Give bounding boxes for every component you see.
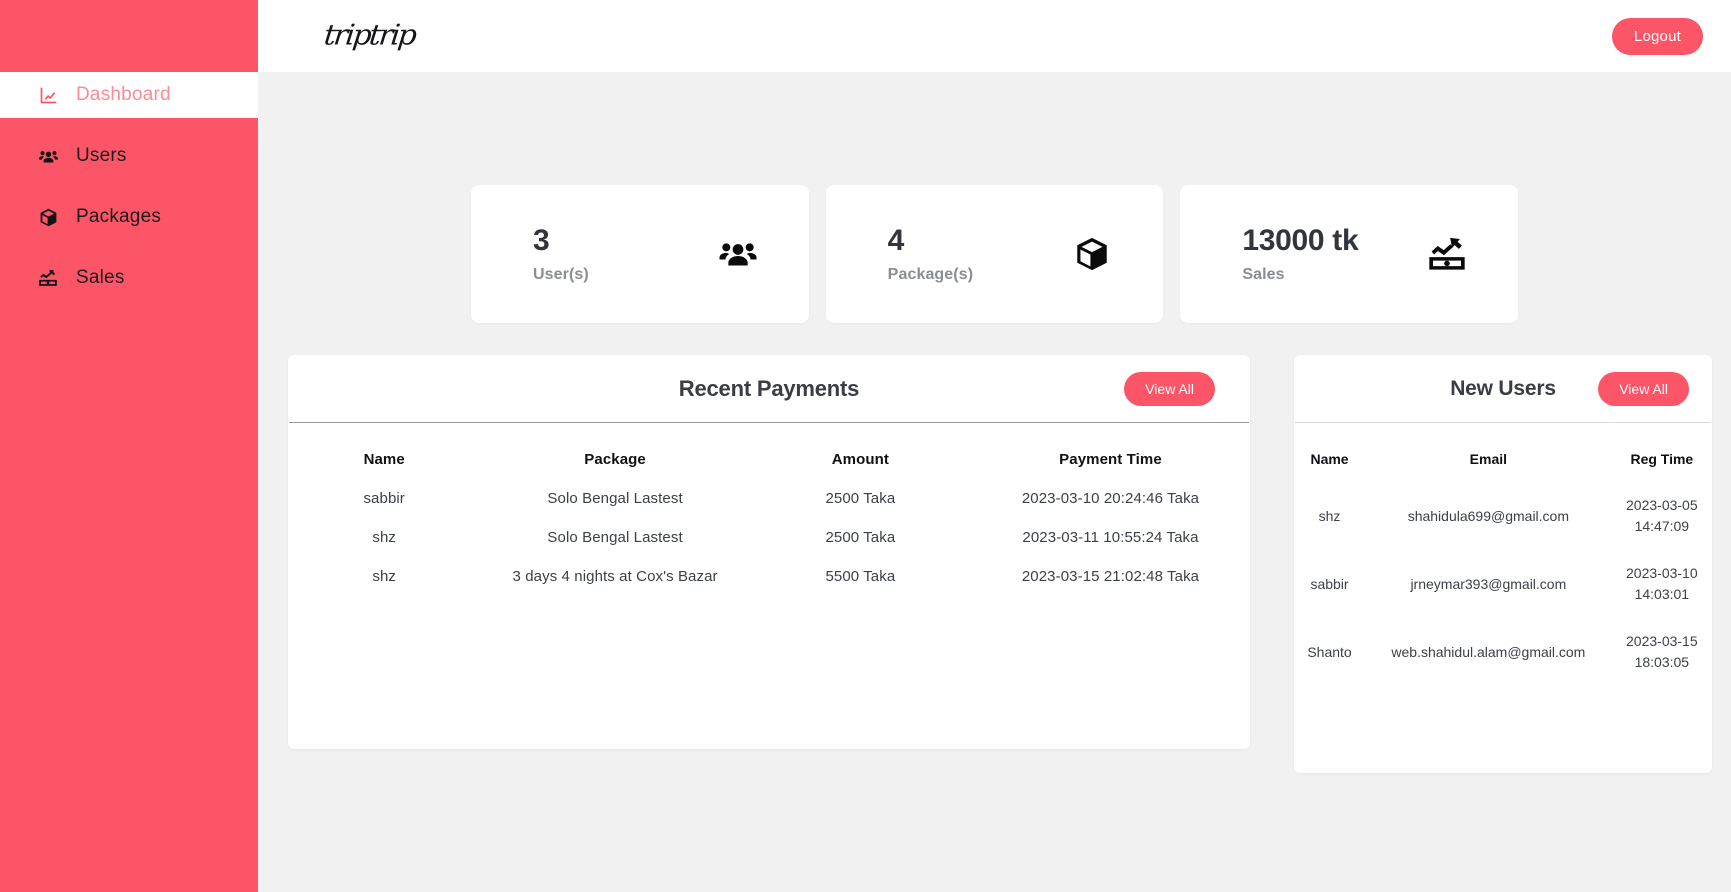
table-header-row: Name Email Reg Time — [1294, 423, 1712, 469]
reg-clock: 18:03:05 — [1634, 654, 1690, 671]
cell-package: Solo Bengal Lastest — [547, 529, 683, 546]
users-icon — [715, 233, 761, 275]
sidebar-item-label: Users — [76, 145, 127, 166]
box-icon — [1069, 233, 1115, 275]
stat-label: User(s) — [533, 266, 589, 283]
cell-amount: 2500 Taka — [825, 490, 896, 507]
users-icon — [36, 145, 60, 167]
sidebar-item-label: Sales — [76, 267, 125, 288]
reg-clock: 14:03:01 — [1634, 586, 1690, 603]
sidebar-item-dashboard[interactable]: Dashboard — [0, 72, 258, 118]
payments-table: Name Package Amount Payment Time sabbir … — [288, 423, 1250, 585]
view-all-payments-button[interactable]: View All — [1124, 371, 1215, 406]
sidebar-item-label: Packages — [76, 206, 162, 227]
column-header-amount: Amount — [831, 451, 889, 468]
topbar: triptrip Logout — [258, 0, 1731, 72]
column-header-email: Email — [1469, 451, 1508, 467]
cell-email: shahidula699@gmail.com — [1407, 507, 1570, 524]
money-chart-icon — [1424, 233, 1470, 275]
logout-button[interactable]: Logout — [1611, 17, 1703, 55]
stat-value: 13000 tk — [1242, 224, 1359, 257]
cell-time: 2023-03-11 10:55:24 Taka — [1022, 529, 1199, 546]
chart-line-icon — [36, 84, 60, 106]
reg-date: 2023-03-10 — [1626, 565, 1698, 582]
stat-card-users: 3 User(s) — [471, 185, 809, 323]
content-area: 3 User(s) 4 Package(s) 13000 tk Sales Re… — [258, 72, 1731, 892]
panels-row: Recent Payments View All Name Package Am… — [288, 323, 1712, 773]
stat-text: 4 Package(s) — [888, 224, 974, 284]
page-title: Recent Payments — [678, 375, 860, 401]
cell-time: 2023-03-15 21:02:48 Taka — [1021, 568, 1200, 585]
column-header-name: Name — [1310, 451, 1349, 467]
new-users-panel: New Users View All Name Email Reg Time s… — [1294, 355, 1712, 773]
column-header-name: Name — [363, 451, 405, 468]
sidebar-item-packages[interactable]: Packages — [0, 194, 258, 240]
recent-payments-panel: Recent Payments View All Name Package Am… — [288, 355, 1250, 749]
cell-name: shz — [372, 529, 397, 546]
cell-name: sabbir — [363, 490, 405, 507]
table-header-row: Name Package Amount Payment Time — [288, 423, 1250, 468]
cell-amount: 5500 Taka — [825, 568, 896, 585]
sidebar: Dashboard Users Packages Sales — [0, 0, 258, 892]
cell-name: shz — [1318, 507, 1341, 524]
cell-reg-time: 2023-03-10 14:03:01 — [1612, 537, 1712, 605]
table-row: shz 3 days 4 nights at Cox's Bazar 5500 … — [288, 546, 1250, 585]
column-header-reg-time: Reg Time — [1630, 451, 1694, 467]
column-header-payment-time: Payment Time — [1059, 451, 1162, 468]
cell-reg-time: 2023-03-15 18:03:05 — [1612, 605, 1712, 673]
sidebar-item-users[interactable]: Users — [0, 133, 258, 179]
table-body: sabbir Solo Bengal Lastest 2500 Taka 202… — [288, 468, 1250, 585]
sidebar-item-sales[interactable]: Sales — [0, 255, 258, 301]
table-row: shz Solo Bengal Lastest 2500 Taka 2023-0… — [288, 507, 1250, 546]
stat-text: 3 User(s) — [533, 224, 589, 284]
cell-package: 3 days 4 nights at Cox's Bazar — [512, 568, 718, 585]
table-body: shz shahidula699@gmail.com 2023-03-05 14… — [1294, 469, 1712, 673]
box-icon — [36, 206, 60, 228]
panel-header: Recent Payments View All — [289, 355, 1249, 423]
stat-label: Sales — [1242, 266, 1285, 283]
view-all-users-button[interactable]: View All — [1598, 371, 1689, 406]
reg-clock: 14:47:09 — [1634, 518, 1690, 535]
dashboard-page: Dashboard Users Packages Sales triptrip … — [0, 0, 1731, 892]
stat-value: 3 — [533, 224, 550, 257]
reg-date: 2023-03-05 — [1626, 497, 1698, 514]
table-head: Name Package Amount Payment Time — [288, 423, 1250, 468]
sidebar-item-label: Dashboard — [76, 84, 171, 105]
stat-label: Package(s) — [887, 266, 974, 283]
cell-name: sabbir — [1310, 575, 1349, 592]
column-header-package: Package — [584, 451, 646, 468]
stat-value: 4 — [887, 224, 905, 257]
cell-name: shz — [372, 568, 397, 585]
cell-package: Solo Bengal Lastest — [547, 490, 683, 507]
stats-row: 3 User(s) 4 Package(s) 13000 tk Sales — [288, 72, 1701, 323]
cell-email: web.shahidul.alam@gmail.com — [1391, 643, 1586, 660]
cell-amount: 2500 Taka — [825, 529, 896, 546]
table-head: Name Email Reg Time — [1294, 423, 1712, 469]
table-row: sabbir Solo Bengal Lastest 2500 Taka 202… — [288, 468, 1250, 507]
page-title: New Users — [1450, 376, 1556, 400]
stat-text: 13000 tk Sales — [1242, 224, 1358, 284]
table-row: Shanto web.shahidul.alam@gmail.com 2023-… — [1294, 605, 1712, 673]
cell-reg-time: 2023-03-05 14:47:09 — [1612, 469, 1712, 537]
money-chart-icon — [36, 267, 60, 289]
new-users-table: Name Email Reg Time shz shahidula699@gma… — [1294, 423, 1712, 673]
cell-name: Shanto — [1307, 643, 1352, 660]
panel-header: New Users View All — [1295, 355, 1711, 423]
table-row: sabbir jrneymar393@gmail.com 2023-03-10 … — [1294, 537, 1712, 605]
main-area: triptrip Logout 3 User(s) 4 Package(s) 1… — [258, 0, 1731, 892]
reg-date: 2023-03-15 — [1626, 633, 1698, 650]
cell-email: jrneymar393@gmail.com — [1410, 575, 1567, 592]
app-logo[interactable]: triptrip — [322, 19, 416, 52]
stat-card-sales: 13000 tk Sales — [1180, 185, 1519, 323]
stat-card-packages: 4 Package(s) — [825, 185, 1164, 323]
cell-time: 2023-03-10 20:24:46 Taka — [1021, 490, 1200, 507]
table-row: shz shahidula699@gmail.com 2023-03-05 14… — [1294, 469, 1712, 537]
